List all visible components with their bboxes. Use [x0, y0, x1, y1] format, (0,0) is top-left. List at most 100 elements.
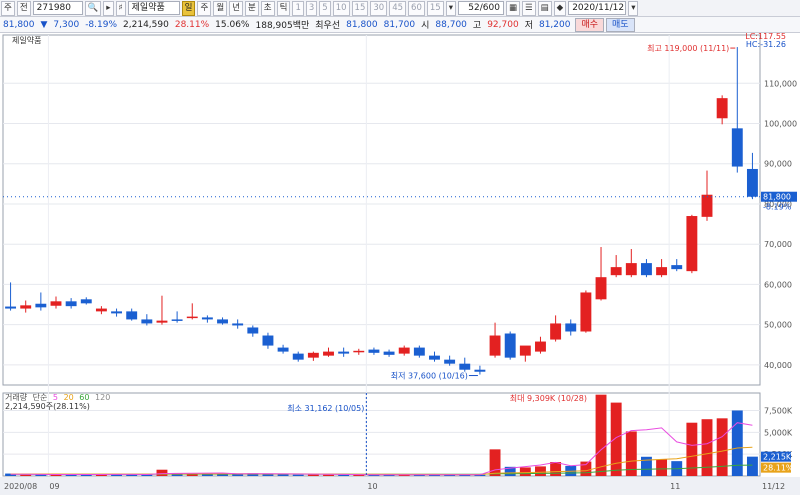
interval-tab-8[interactable]: 15	[426, 0, 444, 16]
period-tab-4[interactable]: 분	[244, 0, 259, 16]
time-tick-label: 09	[49, 482, 59, 491]
price-tick-label: 90,000	[764, 160, 792, 169]
interval-tab-2[interactable]: 5	[319, 0, 331, 16]
volume-last-label: 2,215K	[763, 453, 792, 462]
time-tick-label: 11/12	[762, 482, 785, 491]
volume-bar	[519, 467, 531, 476]
period-tab-1[interactable]: 주	[197, 0, 212, 16]
period-type-select[interactable]: 주	[1, 0, 15, 16]
search-icon[interactable]: 🔍	[84, 0, 102, 16]
bid-price: 81,700	[383, 19, 416, 30]
volume-bar	[307, 474, 319, 476]
lock-icon[interactable]: ▸	[103, 0, 114, 16]
volume-value: 2,214,590	[123, 19, 169, 30]
candle-body	[95, 308, 107, 312]
volume-bar	[656, 459, 668, 476]
candle-body	[368, 349, 380, 353]
chart-toolbar: 주 전 271980 🔍 ▸ ♯ 제일약품 일주월년분초틱 1 3 5 10 15 30 4…	[0, 0, 800, 17]
sell-button[interactable]: 매도	[606, 17, 635, 32]
period-tab-0[interactable]: 일	[181, 0, 196, 16]
candle-body	[247, 327, 259, 334]
time-tick-label: 2020/08	[4, 482, 37, 491]
candle-body	[625, 263, 637, 276]
candle-body	[262, 335, 274, 346]
candle-body	[171, 319, 183, 321]
interval-tab-3[interactable]: 10	[332, 0, 350, 16]
candle-body	[686, 216, 698, 272]
candle-body	[80, 299, 92, 304]
time-tick-label: 11	[670, 482, 680, 491]
candle-body	[701, 194, 713, 217]
low-price: 81,200	[538, 19, 571, 30]
interval-tab-4[interactable]: 15	[351, 0, 369, 16]
compare-icon[interactable]: ▤	[537, 0, 552, 16]
interval-tab-7[interactable]: 60	[408, 0, 425, 16]
candle-body	[429, 355, 440, 360]
volume-bar	[156, 469, 168, 476]
page-indicator: 52/600	[457, 1, 504, 15]
candle-body	[504, 333, 516, 358]
candle-body	[595, 277, 607, 300]
chart-background	[0, 33, 800, 495]
volume-bar	[746, 456, 758, 476]
volume-legend: 거래량 단순 5 20 60 120	[5, 392, 110, 402]
candle-body	[474, 369, 486, 372]
volume-bar	[580, 461, 592, 476]
volume-min-annotation: 최소 31,162 (10/05)	[287, 403, 364, 413]
period-tab-2[interactable]: 월	[213, 0, 228, 16]
calendar-icon[interactable]: ▦	[505, 0, 520, 16]
price-tick-label: 100,000	[764, 120, 797, 129]
chart-settings-icon[interactable]: ☰	[522, 0, 536, 16]
last-price-label: 81,800	[763, 193, 791, 202]
hc-label: HC:-31.26	[746, 40, 786, 49]
volume-bar	[489, 449, 501, 476]
interval-tab-1[interactable]: 3	[305, 0, 318, 16]
nav-icon[interactable]: ◆	[553, 0, 567, 16]
volume-bar	[550, 462, 562, 476]
change-amount: 7,300	[53, 19, 80, 30]
high-label: 고	[472, 21, 482, 31]
interval-tabs: 1 3 5 10 15 30 45 60 15	[291, 0, 444, 16]
interval-dropdown-icon[interactable]: ▾	[445, 0, 456, 16]
date-field[interactable]: 2020/11/12	[568, 1, 627, 15]
candle-body	[307, 352, 319, 358]
interval-tab-5[interactable]: 30	[370, 0, 388, 16]
candle-body	[353, 350, 365, 353]
stock-chart[interactable]: 40,00050,00060,00070,00080,00090,000100,…	[0, 33, 800, 495]
date-picker-icon[interactable]: ▾	[628, 0, 639, 16]
candle-body	[292, 353, 304, 360]
scope-select[interactable]: 전	[16, 0, 31, 16]
interval-tab-0[interactable]: 1	[292, 0, 304, 16]
period-tabs: 일주월년분초틱	[181, 0, 292, 16]
candle-body	[444, 359, 456, 364]
candle-body	[746, 168, 758, 197]
buy-button[interactable]: 매수	[575, 17, 605, 32]
period-tab-3[interactable]: 년	[229, 0, 243, 16]
stock-code-input[interactable]: 271980	[32, 1, 83, 15]
candle-body	[338, 351, 350, 354]
period-tab-5[interactable]: 초	[260, 0, 275, 16]
candle-body	[20, 305, 32, 309]
volume-max-annotation: 최대 9,309K (10/28)	[510, 393, 587, 403]
candle-body	[5, 306, 17, 309]
candle-body	[535, 341, 546, 352]
volume-bar	[595, 394, 607, 476]
volume-bar	[610, 402, 622, 476]
down-arrow-icon: ▼	[40, 19, 48, 30]
quote-bar: 81,800 ▼ 7,300 -8.19% 2,214,590 28.11% 1…	[0, 17, 800, 33]
volume-legend-value: 2,214,590주(28.11%)	[5, 402, 90, 411]
volume-legend-ma-label: 단순	[33, 392, 48, 402]
candle-body	[126, 311, 138, 320]
candle-body	[550, 323, 562, 340]
candle-body	[383, 351, 395, 355]
candle-body	[156, 320, 168, 323]
candle-body	[398, 347, 410, 354]
volume-ratio-label: 28.11%	[763, 464, 794, 473]
speaker-icon[interactable]: ♯	[115, 0, 126, 16]
price-tick-label: 110,000	[764, 79, 797, 88]
period-tab-6[interactable]: 틱	[276, 0, 291, 16]
current-price: 81,800	[3, 19, 35, 30]
candle-body	[716, 98, 728, 119]
interval-tab-6[interactable]: 45	[389, 0, 407, 16]
volume-legend-name: 거래량	[5, 392, 28, 402]
